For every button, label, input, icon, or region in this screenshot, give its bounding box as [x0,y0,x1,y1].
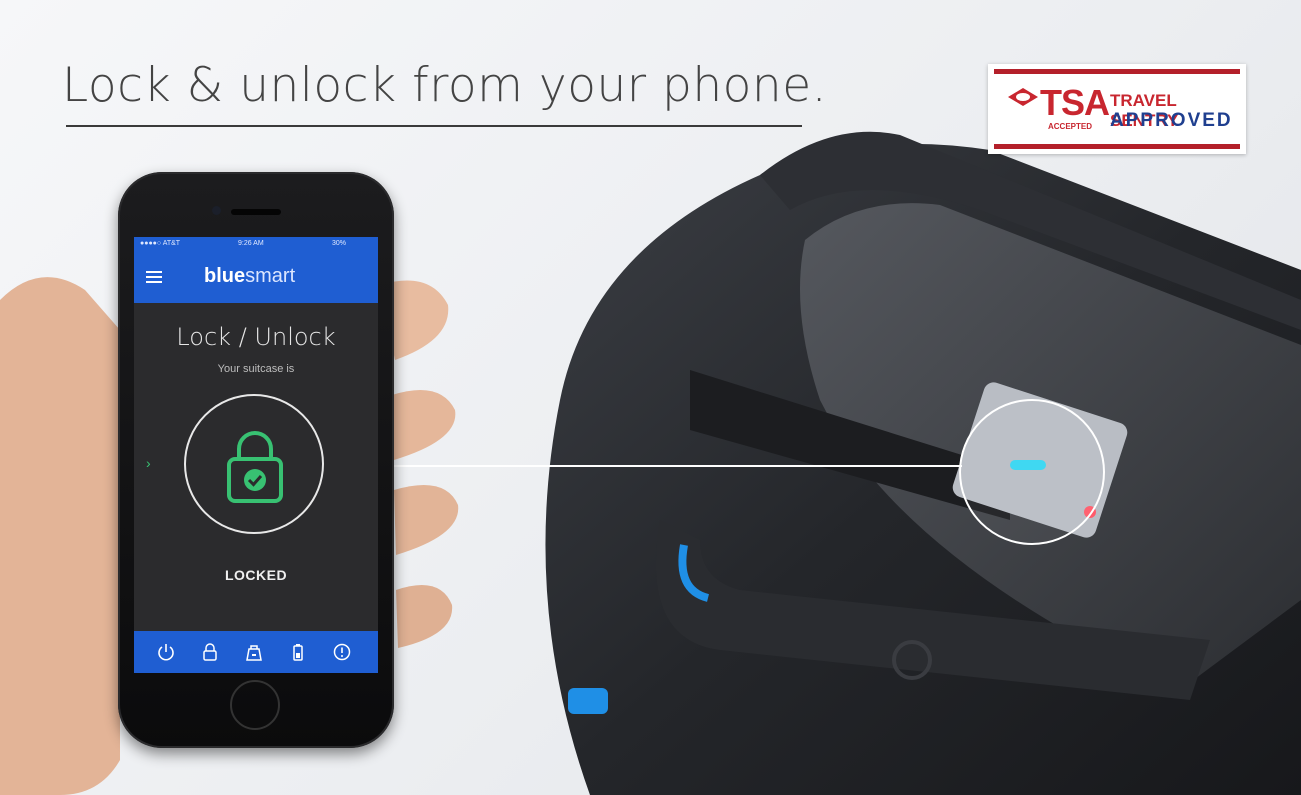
screen-subtitle: Your suitcase is [217,363,295,375]
hamburger-menu-icon[interactable] [146,271,162,283]
lock-status-label: LOCKED [224,567,288,583]
tsa-travel-sentry-badge: TSA ACCEPTED TRAVEL SENTRY APPROVED [988,64,1246,154]
product-scene: ●●●●○ AT&T 9:26 AM 30% bluesmart Lock / … [0,0,1301,795]
page-headline: Lock & unlock from your phone. [62,58,828,113]
screen-title: Lock / Unlock [176,323,336,351]
tsa-logo-text: TSA [1040,82,1110,123]
chevron-right-icon[interactable]: › [146,455,151,471]
status-battery: 30% [332,240,347,247]
brand-bold: blue [204,265,246,287]
status-carrier: ●●●●○ AT&T [140,240,181,247]
lock-icon[interactable] [200,642,220,662]
status-time: 9:26 AM [238,240,264,247]
headline-underline [66,125,802,127]
travel-sentry-diamond-icon [1008,88,1038,106]
brand-light: smart [245,265,296,287]
tsa-accepted-text: ACCEPTED [1048,122,1093,131]
bottom-tab-bar [134,631,378,673]
app-logo: bluesmart [204,265,295,288]
power-icon[interactable] [156,642,176,662]
front-camera [212,206,221,215]
app-header: bluesmart [134,251,378,303]
home-button[interactable] [230,680,280,730]
app-screen: ●●●●○ AT&T 9:26 AM 30% bluesmart Lock / … [134,237,378,673]
approved-text: APPROVED [1110,110,1233,131]
badge-bottom-stripe [994,144,1240,149]
smartphone: ●●●●○ AT&T 9:26 AM 30% bluesmart Lock / … [118,172,394,748]
status-bar: ●●●●○ AT&T 9:26 AM 30% [134,237,378,251]
alert-icon[interactable] [332,642,352,662]
earpiece-speaker [231,209,281,215]
lock-check-icon [227,431,283,503]
badge-top-stripe [994,69,1240,74]
suitcase-lock-icon[interactable] [244,642,264,662]
battery-icon[interactable] [288,642,308,662]
